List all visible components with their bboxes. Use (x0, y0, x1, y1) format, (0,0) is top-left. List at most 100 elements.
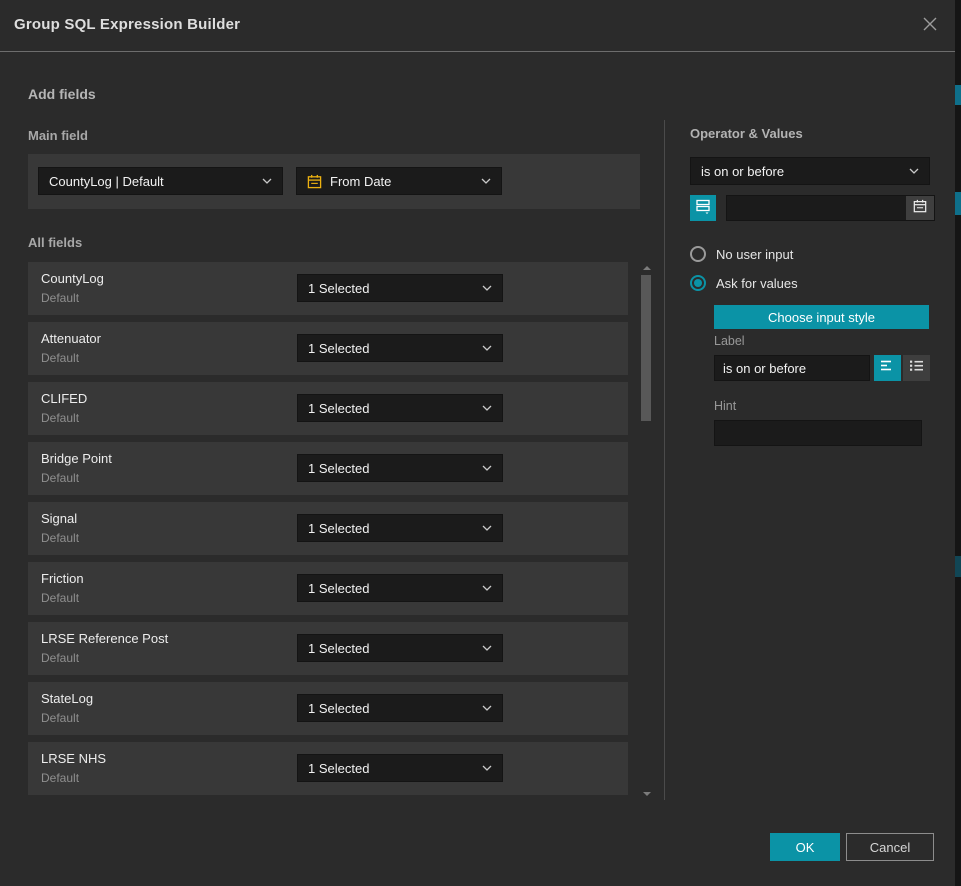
field-sublabel: Default (41, 711, 79, 725)
radio-no-user-input[interactable]: No user input (690, 246, 793, 262)
ok-button[interactable]: OK (770, 833, 840, 861)
chevron-down-icon (482, 285, 492, 291)
cancel-button[interactable]: Cancel (846, 833, 934, 861)
input-type-button[interactable] (690, 195, 716, 221)
field-name: LRSE NHS (41, 751, 106, 766)
field-values-select[interactable]: 1 Selected (297, 694, 503, 722)
field-values-select-value: 1 Selected (308, 461, 476, 476)
field-sublabel: Default (41, 351, 79, 365)
radio-ask-for-values[interactable]: Ask for values (690, 275, 798, 291)
choose-input-style-button[interactable]: Choose input style (714, 305, 929, 329)
field-values-select-value: 1 Selected (308, 761, 476, 776)
field-name: Attenuator (41, 331, 101, 346)
fields-list-scrollbar[interactable] (641, 262, 652, 800)
field-row-bridge-point: Bridge Point Default 1 Selected (28, 442, 628, 495)
field-name: CountyLog (41, 271, 104, 286)
field-sublabel: Default (41, 291, 79, 305)
main-field-select-value: From Date (330, 174, 475, 189)
field-sublabel: Default (41, 651, 79, 665)
label-input[interactable] (714, 355, 870, 381)
main-field-label: Main field (28, 128, 88, 143)
date-picker-button[interactable] (906, 196, 934, 220)
field-name: CLIFED (41, 391, 87, 406)
date-value-field (726, 195, 935, 221)
scrollbar-thumb[interactable] (641, 275, 651, 421)
chevron-down-icon (482, 345, 492, 351)
field-sublabel: Default (41, 411, 79, 425)
main-field-panel: CountyLog | Default From Date (28, 154, 640, 209)
chevron-down-icon (482, 465, 492, 471)
calendar-icon (307, 174, 322, 189)
field-values-select-value: 1 Selected (308, 581, 476, 596)
radio-checked-icon (690, 275, 706, 291)
layer-select[interactable]: CountyLog | Default (38, 167, 283, 195)
field-values-select[interactable]: 1 Selected (297, 754, 503, 782)
field-values-select-value: 1 Selected (308, 281, 476, 296)
label-caption: Label (714, 334, 745, 348)
field-values-select[interactable]: 1 Selected (297, 454, 503, 482)
chevron-down-icon (482, 765, 492, 771)
field-values-select[interactable]: 1 Selected (297, 274, 503, 302)
chevron-down-icon (482, 705, 492, 711)
field-name: Bridge Point (41, 451, 112, 466)
field-values-select-value: 1 Selected (308, 701, 476, 716)
chevron-down-icon (482, 525, 492, 531)
field-values-select[interactable]: 1 Selected (297, 394, 503, 422)
field-name: Friction (41, 571, 84, 586)
label-style-list-button[interactable] (903, 355, 930, 381)
operator-select[interactable]: is on or before (690, 157, 930, 185)
dialog-header: Group SQL Expression Builder (0, 0, 955, 52)
field-values-select-value: 1 Selected (308, 641, 476, 656)
hint-caption: Hint (714, 399, 736, 413)
field-sublabel: Default (41, 471, 79, 485)
field-name: LRSE Reference Post (41, 631, 168, 646)
field-row-lrse-nhs: LRSE NHS Default 1 Selected (28, 742, 628, 795)
field-values-select[interactable]: 1 Selected (297, 634, 503, 662)
chevron-down-icon (482, 405, 492, 411)
field-row-countylog: CountyLog Default 1 Selected (28, 262, 628, 315)
field-row-lrse-reference-post: LRSE Reference Post Default 1 Selected (28, 622, 628, 675)
close-button[interactable] (919, 15, 941, 37)
operator-select-value: is on or before (701, 164, 903, 179)
layer-select-value: CountyLog | Default (49, 174, 256, 189)
scroll-up-arrow-icon[interactable] (643, 266, 651, 270)
align-left-icon (880, 359, 895, 377)
hint-input[interactable] (714, 420, 922, 446)
input-type-stacked-rows-icon (695, 198, 711, 219)
field-values-select-value: 1 Selected (308, 341, 476, 356)
field-values-select[interactable]: 1 Selected (297, 574, 503, 602)
chevron-down-icon (481, 178, 491, 184)
chevron-down-icon (909, 168, 919, 174)
field-values-select[interactable]: 1 Selected (297, 334, 503, 362)
field-sublabel: Default (41, 531, 79, 545)
bulleted-list-icon (909, 359, 924, 377)
label-style-group (874, 355, 930, 381)
date-value-input[interactable] (727, 196, 906, 220)
field-row-clifed: CLIFED Default 1 Selected (28, 382, 628, 435)
calendar-icon (913, 199, 927, 218)
add-fields-heading: Add fields (28, 86, 96, 102)
operator-values-heading: Operator & Values (690, 126, 803, 141)
field-row-signal: Signal Default 1 Selected (28, 502, 628, 555)
radio-ask-for-values-label: Ask for values (716, 276, 798, 291)
main-field-select[interactable]: From Date (296, 167, 502, 195)
field-values-select[interactable]: 1 Selected (297, 514, 503, 542)
page-edge-scroll-strip (955, 0, 961, 886)
field-row-statelog: StateLog Default 1 Selected (28, 682, 628, 735)
chevron-down-icon (482, 645, 492, 651)
all-fields-label: All fields (28, 235, 82, 250)
field-values-select-value: 1 Selected (308, 401, 476, 416)
field-row-friction: Friction Default 1 Selected (28, 562, 628, 615)
edge-highlight-mark (955, 192, 961, 215)
scroll-down-arrow-icon[interactable] (643, 792, 651, 796)
radio-unchecked-icon (690, 246, 706, 262)
chevron-down-icon (262, 178, 272, 184)
field-sublabel: Default (41, 771, 79, 785)
dialog-title: Group SQL Expression Builder (14, 16, 240, 33)
edge-highlight-mark (955, 556, 961, 577)
label-style-single-button[interactable] (874, 355, 901, 381)
field-row-attenuator: Attenuator Default 1 Selected (28, 322, 628, 375)
radio-no-user-input-label: No user input (716, 247, 793, 262)
field-sublabel: Default (41, 591, 79, 605)
field-name: StateLog (41, 691, 93, 706)
